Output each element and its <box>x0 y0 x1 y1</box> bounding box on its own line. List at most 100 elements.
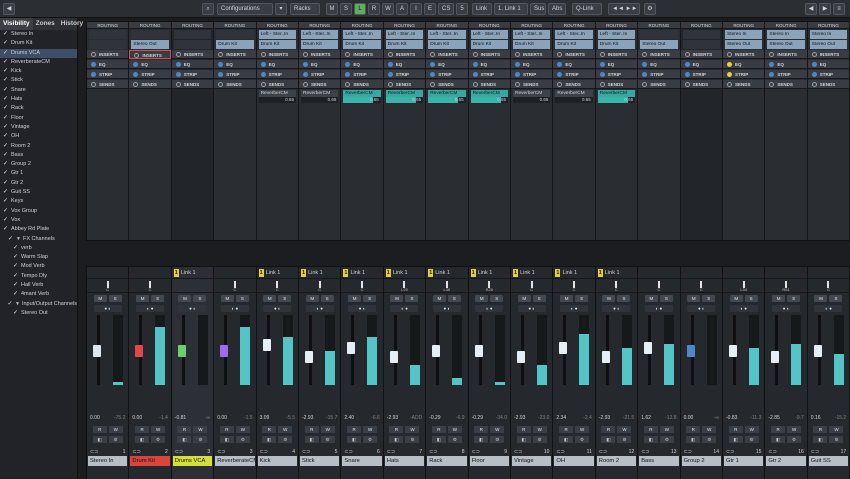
fader-track[interactable] <box>309 315 312 385</box>
checkmark-icon[interactable]: ✓ <box>2 123 9 132</box>
read-automation-button[interactable]: R <box>92 426 107 433</box>
pan-control[interactable]: C <box>595 279 638 293</box>
read-automation-button[interactable]: R <box>389 426 404 433</box>
channel-settings-button[interactable]: ⚙ <box>490 436 505 443</box>
sends-section[interactable]: SENDS <box>214 80 256 89</box>
bookmark-icon[interactable]: ▾ <box>275 3 287 15</box>
output-routing[interactable] <box>173 40 212 49</box>
channel-settings-button[interactable]: ⚙ <box>193 436 208 443</box>
inserts-section[interactable]: INSERTS <box>468 50 510 59</box>
pan-control[interactable]: L54 <box>723 279 765 293</box>
solo-button[interactable]: S <box>278 295 292 302</box>
channel-name[interactable]: OH <box>554 456 594 466</box>
expand-arrow-icon[interactable]: ▼ <box>15 300 20 309</box>
read-button[interactable]: R <box>368 3 380 15</box>
strip-section[interactable]: STRIP <box>680 70 722 79</box>
strip-section[interactable]: STRIP <box>468 70 510 79</box>
output-routing[interactable]: Drum Kit <box>258 40 296 49</box>
eq-section[interactable]: EQ <box>299 60 341 69</box>
visibility-item[interactable]: ✓ Tempo Dly <box>0 272 77 281</box>
monitor-lock-button[interactable]: ◐ ● <box>305 305 334 312</box>
write-automation-button[interactable]: W <box>490 426 505 433</box>
routing-header[interactable]: ROUTING <box>553 22 595 29</box>
channel-name[interactable]: Gtr 1 <box>724 456 764 466</box>
peak-value[interactable]: -11.3 <box>750 415 761 421</box>
sends-section[interactable]: SENDS <box>511 80 553 89</box>
fader-cap[interactable] <box>601 351 610 363</box>
edit-channel-button[interactable]: ◧ <box>135 436 150 443</box>
eq-power-icon[interactable] <box>811 62 817 68</box>
inserts-section[interactable]: INSERTS <box>383 50 426 59</box>
inserts-section[interactable]: INSERTS <box>595 50 638 59</box>
mute-button[interactable]: M <box>560 295 574 302</box>
qlink-button[interactable]: Q-Link <box>572 3 602 15</box>
solo-button[interactable]: S <box>787 295 801 302</box>
input-routing[interactable]: Left - Ster..In <box>555 30 593 39</box>
solo-button[interactable]: S <box>235 295 249 302</box>
peak-value[interactable]: -5.5 <box>286 415 295 421</box>
visibility-item[interactable]: ✓ Vox Group <box>0 207 77 216</box>
output-routing[interactable]: Stereo Out <box>725 40 763 49</box>
volume-value[interactable]: -0.83 <box>726 415 737 421</box>
volume-value[interactable]: -0.29 <box>429 415 440 421</box>
visibility-item[interactable]: ✓ Kick <box>0 67 77 76</box>
strip-section[interactable]: STRIP <box>511 70 553 79</box>
mute-button[interactable]: M <box>93 295 107 302</box>
pan-control[interactable]: C <box>129 279 171 293</box>
inserts-section[interactable]: INSERTS <box>426 50 468 59</box>
eq-section[interactable]: EQ <box>341 60 383 69</box>
peak-value[interactable]: -23.0 <box>538 415 549 421</box>
read-automation-button[interactable]: R <box>219 426 234 433</box>
strip-section[interactable]: STRIP <box>723 70 765 79</box>
checkmark-icon[interactable]: ✓ <box>2 67 9 76</box>
pan-control[interactable]: C <box>680 279 722 293</box>
eq-section[interactable]: EQ <box>214 60 256 69</box>
send-level[interactable]: 0.65 <box>513 97 551 103</box>
channel-settings-button[interactable]: ⚙ <box>829 436 844 443</box>
eq-section[interactable]: EQ <box>129 60 171 69</box>
sends-power-icon[interactable] <box>599 82 605 88</box>
input-routing[interactable]: Stereo In <box>809 30 848 39</box>
input-routing[interactable] <box>131 30 169 39</box>
send-level[interactable]: 0.65 <box>258 97 296 103</box>
monitor-lock-button[interactable]: ◐ ● <box>729 305 758 312</box>
pan-control[interactable]: R61 <box>765 279 807 293</box>
strip-power-icon[interactable] <box>472 72 478 78</box>
pan-control[interactable]: C <box>214 279 256 293</box>
volume-value[interactable]: 2.34 <box>556 415 566 421</box>
edit-channel-button[interactable]: ◧ <box>347 436 362 443</box>
strip-section[interactable]: STRIP <box>129 70 171 79</box>
routing-header[interactable]: ROUTING <box>680 22 722 29</box>
read-automation-button[interactable]: R <box>813 426 828 433</box>
routing-header[interactable]: ROUTING <box>511 22 553 29</box>
checkmark-icon[interactable]: ✓ <box>2 142 9 151</box>
solo-button[interactable]: S <box>702 295 716 302</box>
output-routing[interactable]: Drum Kit <box>343 40 381 49</box>
checkmark-icon[interactable]: ✓ <box>2 104 9 113</box>
power-icon[interactable] <box>811 52 817 58</box>
power-icon[interactable] <box>684 52 690 58</box>
visibility-item[interactable]: ✓ Hall Verb <box>0 281 77 290</box>
scroll-right-icon[interactable]: ▶ <box>819 3 831 15</box>
insert-bypass-button[interactable]: I <box>410 3 422 15</box>
checkmark-icon[interactable]: ✓ <box>2 114 9 123</box>
send-slot[interactable]: ReverberCM <box>301 90 339 97</box>
write-automation-button[interactable]: W <box>108 426 123 433</box>
sends-section[interactable]: SENDS <box>680 80 722 89</box>
routing-header[interactable]: ROUTING <box>214 22 256 29</box>
power-icon[interactable] <box>515 52 520 58</box>
strip-power-icon[interactable] <box>599 72 605 78</box>
tab-visibility[interactable]: Visibility <box>0 18 33 30</box>
scroll-left-icon[interactable]: ◀ <box>805 3 817 15</box>
visibility-item[interactable]: ✓ Drum Kit <box>0 39 77 48</box>
sends-section[interactable]: SENDS <box>723 80 765 89</box>
channel-settings-button[interactable]: ⚙ <box>659 436 674 443</box>
eq-power-icon[interactable] <box>133 62 139 68</box>
strip-section[interactable]: STRIP <box>383 70 426 79</box>
volume-value[interactable]: -0.29 <box>472 415 483 421</box>
strip-section[interactable]: STRIP <box>87 70 129 79</box>
channel-name[interactable]: Drum Kit <box>130 456 170 466</box>
channel-settings-button[interactable]: ⚙ <box>744 436 759 443</box>
eq-power-icon[interactable] <box>387 62 393 68</box>
peak-value[interactable]: -9.7 <box>795 415 804 421</box>
